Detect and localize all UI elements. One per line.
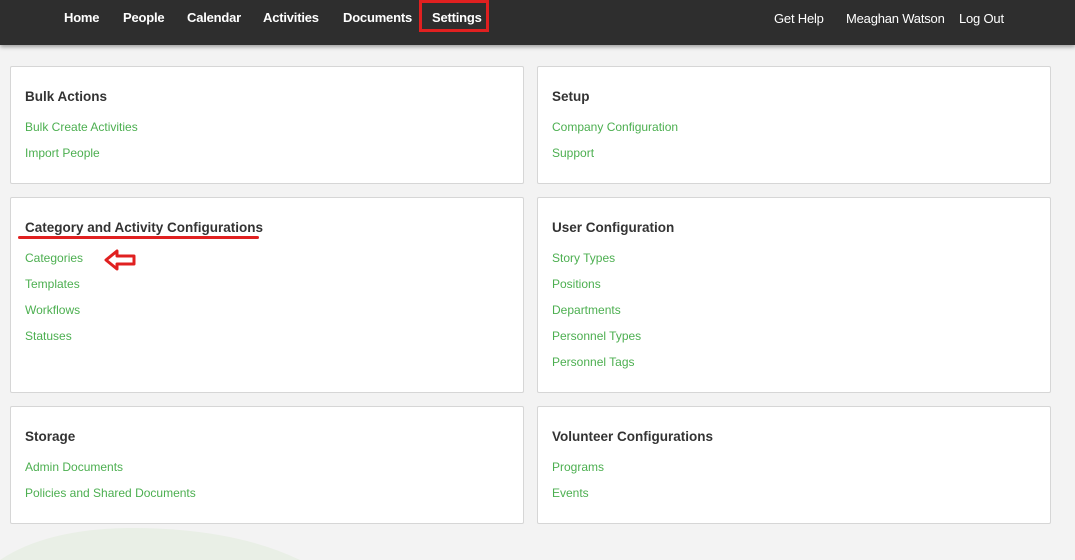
link-workflows[interactable]: Workflows — [25, 303, 80, 317]
link-admin-documents[interactable]: Admin Documents — [25, 460, 123, 474]
top-navigation-bar: Home People Calendar Activities Document… — [0, 0, 1075, 45]
background-decoration — [0, 528, 300, 560]
link-positions[interactable]: Positions — [552, 277, 601, 291]
card-title: Setup — [552, 89, 590, 104]
card-setup: Setup Company Configuration Support — [537, 66, 1051, 184]
arrow-left-icon — [104, 249, 136, 271]
link-policies-shared-documents[interactable]: Policies and Shared Documents — [25, 486, 196, 500]
link-categories[interactable]: Categories — [25, 251, 83, 265]
card-title: Bulk Actions — [25, 89, 108, 104]
nav-home[interactable]: Home — [64, 10, 100, 25]
link-support[interactable]: Support — [552, 146, 594, 160]
link-statuses[interactable]: Statuses — [25, 329, 72, 343]
nav-activities[interactable]: Activities — [263, 10, 319, 25]
nav-log-out[interactable]: Log Out — [959, 11, 1004, 26]
nav-documents[interactable]: Documents — [343, 10, 412, 25]
card-title: Category and Activity Configurations — [25, 220, 264, 235]
link-import-people[interactable]: Import People — [25, 146, 100, 160]
title-underline-annotation — [18, 236, 259, 239]
nav-calendar[interactable]: Calendar — [187, 10, 241, 25]
card-category-activity-configurations: Category and Activity Configurations Cat… — [10, 197, 524, 393]
link-company-configuration[interactable]: Company Configuration — [552, 120, 678, 134]
nav-user-name[interactable]: Meaghan Watson — [846, 11, 945, 26]
card-title: Storage — [25, 429, 76, 444]
card-storage: Storage Admin Documents Policies and Sha… — [10, 406, 524, 524]
link-departments[interactable]: Departments — [552, 303, 621, 317]
nav-get-help[interactable]: Get Help — [774, 11, 824, 26]
link-personnel-tags[interactable]: Personnel Tags — [552, 355, 635, 369]
link-programs[interactable]: Programs — [552, 460, 604, 474]
card-user-configuration: User Configuration Story Types Positions… — [537, 197, 1051, 393]
card-title: Volunteer Configurations — [552, 429, 713, 444]
nav-people[interactable]: People — [123, 10, 165, 25]
settings-highlight-annotation — [419, 0, 489, 32]
card-volunteer-configurations: Volunteer Configurations Programs Events — [537, 406, 1051, 524]
link-events[interactable]: Events — [552, 486, 589, 500]
link-personnel-types[interactable]: Personnel Types — [552, 329, 641, 343]
card-title: User Configuration — [552, 220, 675, 235]
card-bulk-actions: Bulk Actions Bulk Create Activities Impo… — [10, 66, 524, 184]
link-story-types[interactable]: Story Types — [552, 251, 615, 265]
link-bulk-create-activities[interactable]: Bulk Create Activities — [25, 120, 138, 134]
link-templates[interactable]: Templates — [25, 277, 80, 291]
